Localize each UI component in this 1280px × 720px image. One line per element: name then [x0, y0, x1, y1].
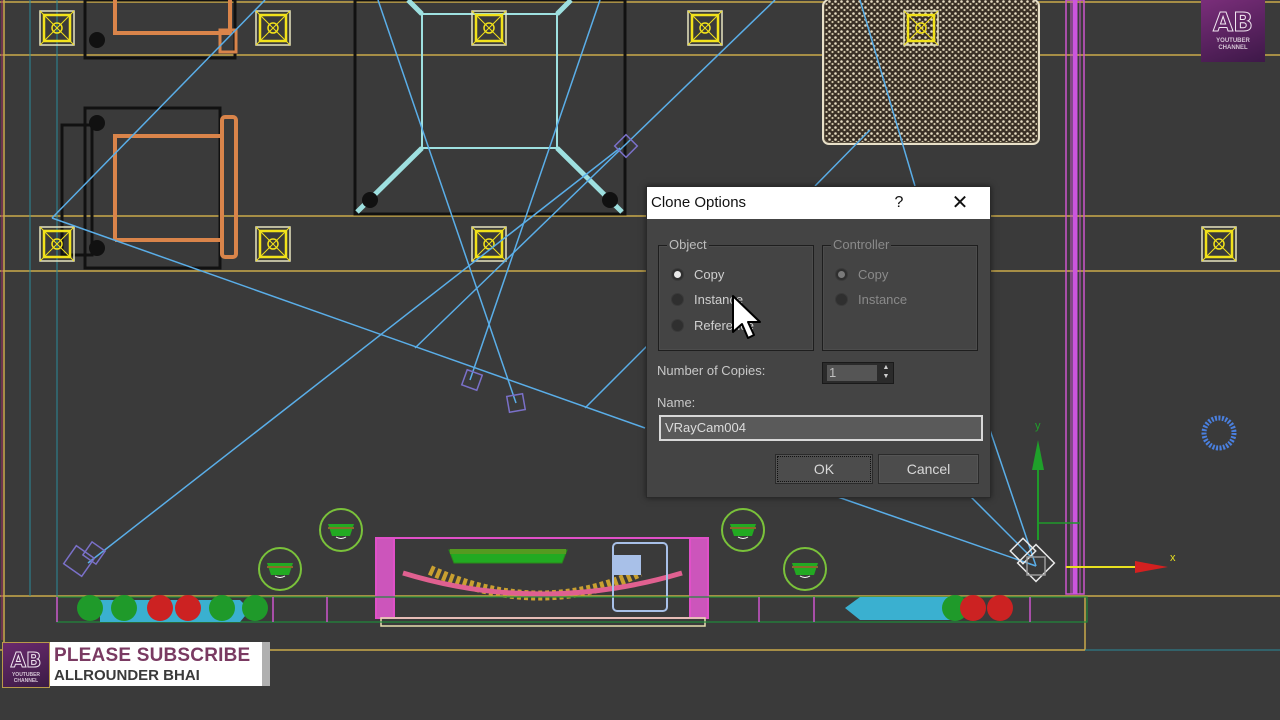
radio-label: Copy — [858, 266, 889, 282]
subscribe-banner[interactable]: AB YOUTUBER CHANNEL PLEASE SUBSCRIBE ALL… — [0, 640, 270, 688]
mouse-cursor-icon — [732, 295, 761, 339]
copies-spinner[interactable]: 1 ▲ ▼ — [822, 362, 894, 384]
controller-group-label: Controller — [831, 237, 892, 252]
controller-instance-radio[interactable]: Instance — [835, 290, 907, 308]
ceiling-light-icon — [255, 10, 291, 46]
sofa-top — [83, 0, 238, 60]
transform-gizmo — [1032, 440, 1168, 573]
ceiling-light-icon — [903, 10, 939, 46]
logo-ab: AB — [10, 648, 42, 673]
radio-indicator[interactable] — [671, 292, 684, 306]
ceiling-light-icon — [471, 10, 507, 46]
radio-label: Instance — [858, 291, 908, 307]
gizmo-y-label: y — [1035, 420, 1041, 432]
logo-subtext: YOUTUBER CHANNEL — [11, 672, 41, 684]
channel-logo: AB YOUTUBER CHANNEL — [1201, 0, 1265, 62]
ceiling-light-icon — [1201, 226, 1237, 262]
close-icon[interactable]: ✕ — [945, 191, 975, 215]
channel-name: ALLROUNDER BHAI — [54, 667, 200, 684]
ceiling-light-icon — [255, 226, 291, 262]
ceiling-light-icon — [39, 10, 75, 46]
help-icon[interactable]: ? — [889, 192, 909, 214]
cancel-button[interactable]: Cancel — [878, 454, 979, 484]
logo-ab: AB — [1213, 8, 1254, 39]
ceiling-light-icon — [687, 10, 723, 46]
radio-label: Copy — [694, 266, 725, 282]
ceiling-light-icon — [39, 226, 75, 262]
banner-edge — [262, 642, 270, 686]
ceiling-light-icon — [471, 226, 507, 262]
object-copy-radio[interactable]: Copy — [671, 265, 724, 283]
potted-plant-icon — [783, 547, 827, 591]
subscribe-text: PLEASE SUBSCRIBE — [54, 645, 251, 666]
radio-indicator[interactable] — [671, 318, 684, 332]
clone-options-dialog: Clone Options ? ✕ Object Copy Instance R… — [646, 186, 991, 498]
ok-button[interactable]: OK — [775, 454, 873, 484]
round-object — [1201, 415, 1237, 451]
spinner-arrows-icon[interactable]: ▲ ▼ — [879, 363, 893, 383]
wall-right — [1065, 0, 1085, 595]
controller-copy-radio[interactable]: Copy — [835, 265, 888, 283]
sofa-bottom — [60, 106, 238, 270]
tv-unit — [375, 537, 709, 627]
name-label: Name: — [657, 395, 696, 410]
dialog-titlebar[interactable]: Clone Options ? ✕ — [647, 187, 990, 219]
radio-indicator[interactable] — [835, 292, 848, 306]
scene-drawing — [0, 0, 1280, 651]
banner-body: PLEASE SUBSCRIBE ALLROUNDER BHAI — [50, 642, 262, 686]
logo-subtext: YOUTUBER CHANNEL — [1216, 38, 1250, 51]
dialog-title: Clone Options — [651, 194, 747, 211]
potted-plant-icon — [319, 508, 363, 552]
controller-group: Controller Copy Instance — [822, 237, 978, 351]
copies-label: Number of Copies: — [657, 363, 766, 378]
copies-value[interactable]: 1 — [827, 365, 877, 381]
potted-plant-icon — [258, 547, 302, 591]
rug — [822, 0, 1040, 145]
guide-lines — [0, 0, 1280, 651]
object-group-label: Object — [667, 237, 709, 252]
radio-indicator[interactable] — [835, 267, 848, 281]
potted-plant-icon — [721, 508, 765, 552]
gizmo-x-label: x — [1170, 552, 1176, 564]
table — [353, 0, 627, 216]
banner-logo: AB YOUTUBER CHANNEL — [2, 642, 50, 688]
viewport-top[interactable] — [0, 0, 1280, 720]
radio-indicator[interactable] — [671, 267, 684, 281]
name-input[interactable]: VRayCam004 — [659, 415, 983, 441]
